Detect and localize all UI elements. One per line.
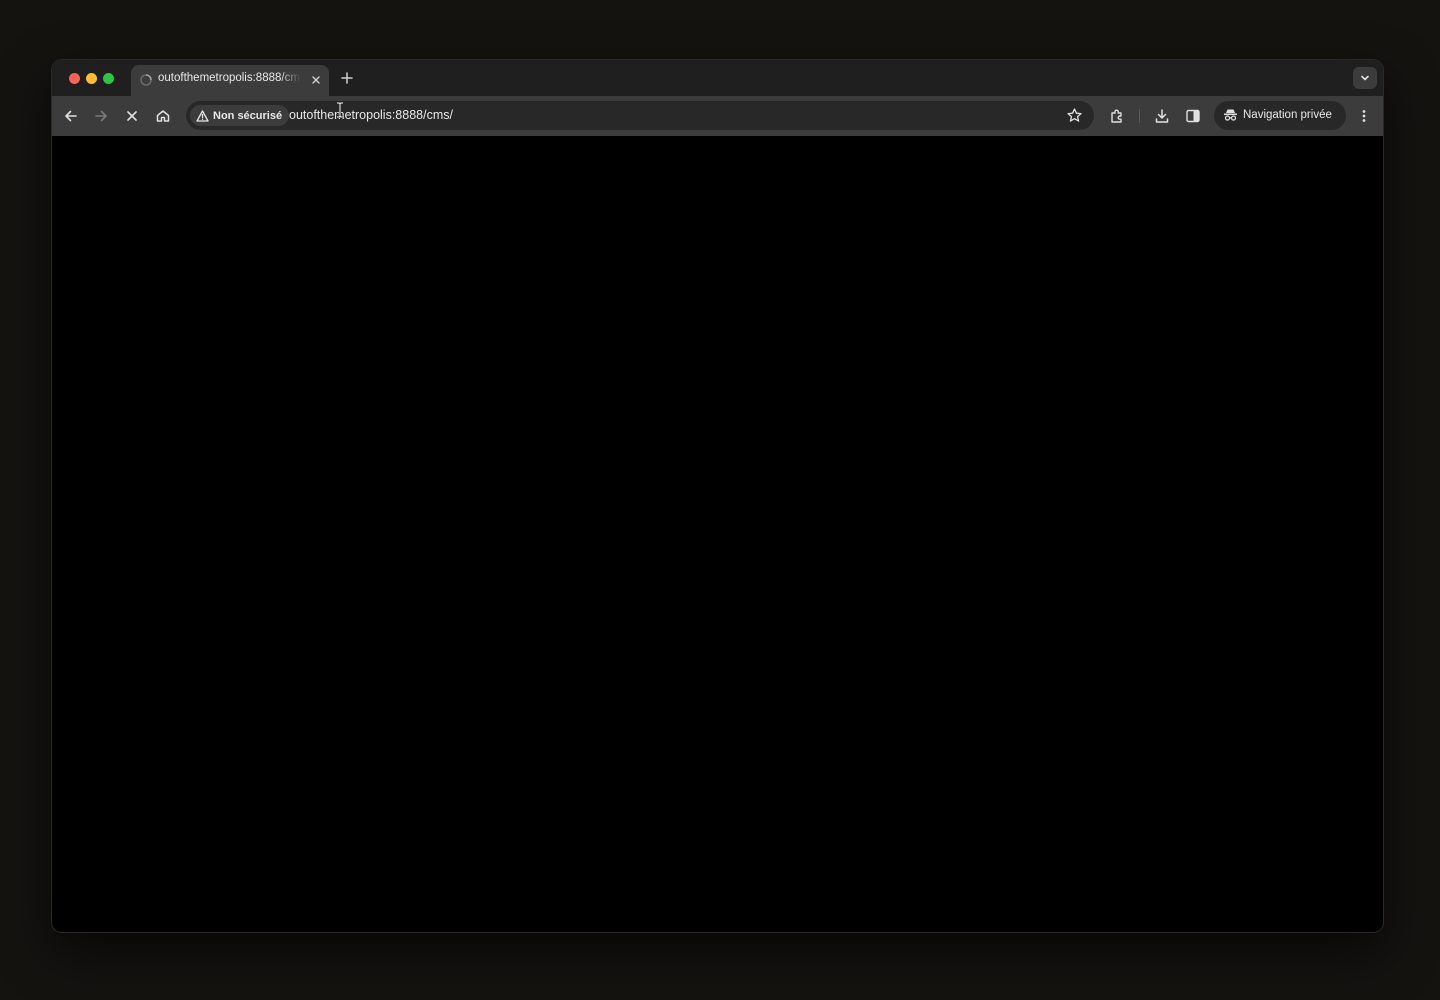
tab-active[interactable]: outofthemetropolis:8888/cms/ [131, 65, 329, 96]
more-vertical-icon[interactable] [1355, 107, 1373, 125]
warning-triangle-icon [196, 109, 209, 122]
address-bar[interactable]: Non sécurisé outofthemetropolis:8888/cms… [186, 101, 1094, 130]
star-icon[interactable] [1066, 107, 1083, 124]
stop-loading-icon[interactable] [123, 107, 141, 125]
arrow-right-icon[interactable] [92, 107, 110, 125]
page-content[interactable] [52, 136, 1383, 932]
toolbar: Non sécurisé outofthemetropolis:8888/cms… [52, 96, 1383, 136]
tab-title: outofthemetropolis:8888/cms/ [158, 72, 301, 84]
download-icon[interactable] [1153, 107, 1171, 125]
private-mode-chip[interactable]: Navigation privée [1214, 101, 1346, 130]
tab-search-button[interactable] [1353, 67, 1377, 89]
arrow-left-icon[interactable] [62, 107, 80, 125]
loading-spinner-icon [140, 74, 152, 86]
close-window-button[interactable] [69, 73, 80, 84]
plus-icon[interactable] [339, 70, 355, 86]
close-icon[interactable] [309, 73, 323, 87]
incognito-icon [1224, 109, 1237, 121]
tab-strip: outofthemetropolis:8888/cms/ [52, 60, 1383, 96]
chevron-down-icon [1361, 75, 1369, 81]
minimize-window-button[interactable] [86, 73, 97, 84]
side-panel-icon[interactable] [1184, 107, 1202, 125]
puzzle-icon[interactable] [1108, 107, 1126, 125]
security-chip[interactable]: Non sécurisé [190, 105, 290, 126]
toolbar-divider [1139, 109, 1140, 123]
private-mode-label: Navigation privée [1243, 109, 1332, 121]
security-label: Non sécurisé [213, 109, 283, 122]
maximize-window-button[interactable] [103, 73, 114, 84]
browser-window: outofthemetropolis:8888/cms/ Non sécuris… [52, 60, 1383, 932]
home-icon[interactable] [154, 107, 172, 125]
url-text[interactable]: outofthemetropolis:8888/cms/ [289, 108, 453, 122]
text-cursor-icon [337, 102, 343, 118]
